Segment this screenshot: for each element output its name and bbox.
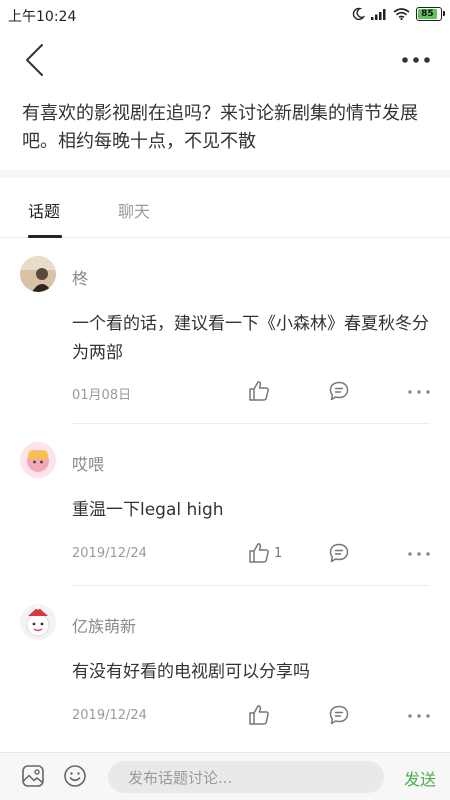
comment-button[interactable] (328, 704, 350, 726)
tab-bar: 话题 聊天 (0, 178, 450, 238)
chevron-left-icon (26, 44, 43, 76)
list-item[interactable]: 哎喂 重温一下legal high 2019/12/24 1 (0, 424, 450, 586)
like-button[interactable] (248, 704, 270, 726)
like-button[interactable]: 1 (248, 542, 282, 564)
tab-topics[interactable]: 话题 (28, 198, 60, 238)
status-time: 上午10:24 (8, 9, 77, 25)
emoji-button[interactable] (62, 763, 88, 789)
avatar[interactable] (20, 256, 56, 292)
topic-input[interactable]: 发布话题讨论... (108, 761, 384, 793)
more-horizontal-icon (408, 552, 430, 556)
post-content[interactable]: 重温一下legal high (72, 496, 432, 525)
more-options-button[interactable] (396, 40, 436, 80)
comment-icon (329, 543, 349, 563)
tab-chat[interactable]: 聊天 (118, 198, 150, 238)
back-button[interactable] (14, 40, 54, 80)
channel-description: 有喜欢的影视剧在追吗？来讨论新剧集的情节发展吧。相约每晚十点，不见不散 (22, 103, 418, 152)
topic-input-placeholder: 发布话题讨论... (128, 769, 233, 787)
signal-icon (371, 9, 386, 20)
composer-bar: 发布话题讨论... 发送 (0, 752, 450, 800)
moon-icon (352, 7, 365, 21)
post-author[interactable]: 亿族萌新 (72, 613, 136, 637)
thumbs-up-icon (249, 705, 269, 725)
avatar[interactable] (20, 604, 56, 640)
thumbs-up-icon (249, 381, 269, 401)
post-date: 01月08日 (72, 388, 132, 403)
post-more-button[interactable] (408, 714, 430, 718)
smiley-icon (64, 765, 86, 787)
more-horizontal-icon (408, 390, 430, 394)
status-bar: 上午10:24 85 (0, 0, 450, 32)
post-more-button[interactable] (408, 552, 430, 556)
post-content[interactable]: 有没有好看的电视剧可以分享吗 (72, 658, 432, 687)
post-date: 2019/12/24 (72, 546, 147, 561)
status-icons: 85 (351, 7, 445, 21)
comment-button[interactable] (328, 542, 350, 564)
battery-percent: 85 (421, 8, 434, 19)
battery-level: 85 (418, 9, 437, 19)
send-button[interactable]: 发送 (404, 766, 436, 790)
more-horizontal-icon (408, 714, 430, 718)
post-more-button[interactable] (408, 390, 430, 394)
comment-icon (329, 381, 349, 401)
section-divider (0, 170, 450, 178)
post-author[interactable]: 哎喂 (72, 451, 104, 475)
list-item[interactable]: 亿族萌新 有没有好看的电视剧可以分享吗 2019/12/24 (0, 586, 450, 752)
post-content[interactable]: 一个看的话，建议看一下《小森林》春夏秋冬分为两部 (72, 310, 432, 368)
comment-button[interactable] (328, 380, 350, 402)
image-icon (22, 765, 44, 787)
top-nav (0, 32, 450, 88)
like-count: 1 (274, 545, 283, 561)
thumbs-up-icon (249, 543, 269, 563)
post-date: 2019/12/24 (72, 708, 147, 723)
image-button[interactable] (20, 763, 46, 789)
avatar[interactable] (20, 442, 56, 478)
battery-icon: 85 (416, 7, 445, 21)
wifi-icon (393, 8, 410, 20)
list-item[interactable]: 柊 一个看的话，建议看一下《小森林》春夏秋冬分为两部 01月08日 (0, 238, 450, 424)
more-horizontal-icon (402, 57, 430, 63)
post-author[interactable]: 柊 (72, 265, 88, 289)
like-button[interactable] (248, 380, 270, 402)
comment-icon (329, 705, 349, 725)
